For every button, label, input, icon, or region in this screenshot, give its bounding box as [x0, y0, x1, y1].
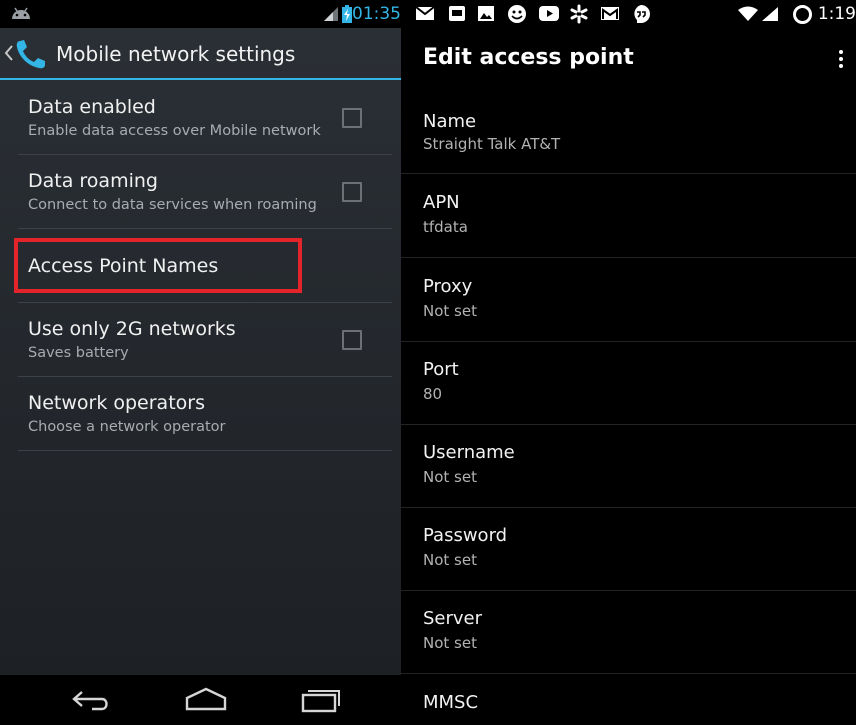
field-label: Port	[423, 359, 459, 380]
setting-network-operators[interactable]: Network operators Choose a network opera…	[18, 377, 392, 451]
field-label: MMSC	[423, 692, 479, 713]
data-enabled-checkbox[interactable]	[342, 108, 362, 128]
smiley-icon	[508, 5, 526, 23]
field-port[interactable]: Port 80	[401, 341, 856, 425]
gmail-icon	[601, 7, 619, 20]
signal-icon	[324, 7, 338, 21]
field-label: Server	[423, 608, 483, 629]
hangouts-icon	[634, 5, 650, 23]
setting-title: Network operators	[28, 392, 205, 414]
field-proxy[interactable]: Proxy Not set	[401, 258, 856, 342]
field-value: Straight Talk AT&T	[423, 135, 561, 153]
access-point-names-highlight	[14, 238, 302, 293]
field-username[interactable]: Username Not set	[401, 424, 856, 508]
android-icon	[12, 7, 30, 19]
notes-icon	[449, 6, 465, 21]
phone-icon[interactable]	[14, 37, 52, 71]
setting-subtitle: Connect to data services when roaming	[28, 197, 317, 213]
status-bar: 1:19	[401, 0, 856, 28]
back-icon[interactable]	[70, 689, 112, 713]
field-server[interactable]: Server Not set	[401, 590, 856, 674]
signal-icon	[762, 7, 778, 21]
field-value: 80	[423, 385, 443, 403]
screen-title: Edit access point	[423, 45, 634, 70]
field-password[interactable]: Password Not set	[401, 507, 856, 591]
back-chevron-icon[interactable]	[4, 44, 14, 62]
recent-apps-icon[interactable]	[300, 686, 342, 714]
field-apn[interactable]: APN tfdata	[401, 174, 856, 258]
setting-subtitle: Choose a network operator	[28, 419, 226, 435]
walmart-spark-icon	[570, 4, 588, 24]
field-value: Not set	[423, 302, 477, 320]
setting-data-roaming[interactable]: Data roaming Connect to data services wh…	[18, 155, 392, 229]
field-value: tfdata	[423, 218, 468, 236]
field-value: Not set	[423, 468, 477, 486]
setting-data-enabled[interactable]: Data enabled Enable data access over Mob…	[18, 82, 392, 155]
field-name[interactable]: Name Straight Talk AT&T	[401, 90, 856, 174]
status-time: 01:35	[352, 4, 401, 24]
action-bar: Mobile network settings	[0, 28, 401, 80]
navigation-bar	[0, 675, 401, 725]
image-icon	[478, 6, 494, 21]
home-icon[interactable]	[184, 686, 228, 712]
screen-title: Mobile network settings	[56, 42, 296, 66]
setting-title: Data roaming	[28, 170, 158, 192]
field-label: Username	[423, 442, 515, 463]
data-roaming-checkbox[interactable]	[342, 182, 362, 202]
field-label: Password	[423, 525, 508, 546]
youtube-icon	[539, 6, 559, 21]
status-time: 1:19	[817, 4, 856, 24]
email-icon	[415, 6, 435, 20]
sync-icon	[793, 5, 812, 24]
edit-access-point-screen: 1:19 Edit access point Name Straight Tal…	[401, 0, 856, 725]
use-only-2g-checkbox[interactable]	[342, 330, 362, 350]
setting-subtitle: Enable data access over Mobile network	[28, 123, 321, 139]
overflow-menu-icon[interactable]	[832, 48, 856, 70]
setting-use-only-2g[interactable]: Use only 2G networks Saves battery	[18, 303, 392, 377]
field-value: Not set	[423, 551, 477, 569]
setting-title: Data enabled	[28, 96, 156, 118]
wifi-icon	[738, 6, 758, 21]
action-bar-divider	[0, 78, 401, 80]
setting-title: Use only 2G networks	[28, 318, 236, 340]
field-label: Proxy	[423, 276, 473, 297]
field-label: Name	[423, 111, 477, 132]
setting-subtitle: Saves battery	[28, 345, 129, 361]
field-label: APN	[423, 192, 460, 213]
field-value: Not set	[423, 634, 477, 652]
mobile-network-settings-screen: 01:35 Mobile network settings Data enabl…	[0, 0, 401, 725]
field-mmsc[interactable]: MMSC	[401, 674, 856, 725]
status-bar: 01:35	[0, 0, 401, 28]
